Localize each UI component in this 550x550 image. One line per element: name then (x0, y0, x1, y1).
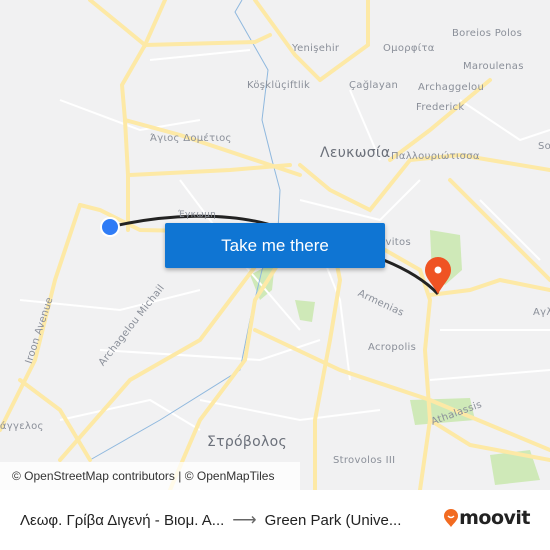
take-me-there-button[interactable]: Take me there (165, 223, 385, 268)
map-label: Άγιος Δομέτιος (150, 133, 232, 144)
arrow-right-icon: ⟶ (232, 510, 257, 529)
map-label: Αγλ (533, 307, 550, 318)
map-label: Strovolos III (333, 455, 396, 466)
moovit-pin-icon (444, 509, 459, 527)
moovit-logo[interactable]: moovit (443, 507, 530, 529)
attribution-text[interactable]: © OpenStreetMap contributors | © OpenMap… (12, 469, 274, 483)
route-footer: Λεωφ. Γρίβα Διγενή - Βιομ. Α... ⟶ Green … (0, 490, 550, 550)
moovit-wordmark: moovit (459, 507, 530, 529)
parks (250, 230, 540, 485)
map-label: Acropolis (368, 342, 417, 353)
map-label: Έγκωμη (178, 210, 217, 220)
map-label: Yenişehir (292, 43, 340, 54)
map-label: Ομορφίτα (383, 43, 435, 54)
map-label: Maroulenas (463, 61, 524, 72)
map-label: Frederick (416, 102, 465, 113)
destination-pin-icon (425, 257, 451, 294)
origin-stop-name: Λεωφ. Γρίβα Διγενή - Βιομ. Α... (20, 511, 225, 529)
map-label: Boreios Polos (452, 28, 523, 39)
map-label: Archaggelou (418, 82, 485, 93)
map-attribution[interactable]: © OpenStreetMap contributors | © OpenMap… (0, 462, 300, 490)
map-label: Λευκωσία (320, 145, 391, 161)
map-label: Παλλουριώτισσα (391, 151, 480, 162)
map-label: Αρχάγγελος (0, 421, 44, 432)
map-label: So (538, 141, 550, 152)
map[interactable]: Yenişehir Ομορφίτα Boreios Polos Maroule… (0, 0, 550, 490)
origin-marker (100, 217, 120, 237)
map-label: Çağlayan (349, 80, 399, 91)
map-label: Köşklüçiftlik (247, 80, 311, 91)
map-label: Στρόβολος (207, 434, 287, 450)
destination-stop-name: Green Park (Unive... (264, 511, 402, 529)
